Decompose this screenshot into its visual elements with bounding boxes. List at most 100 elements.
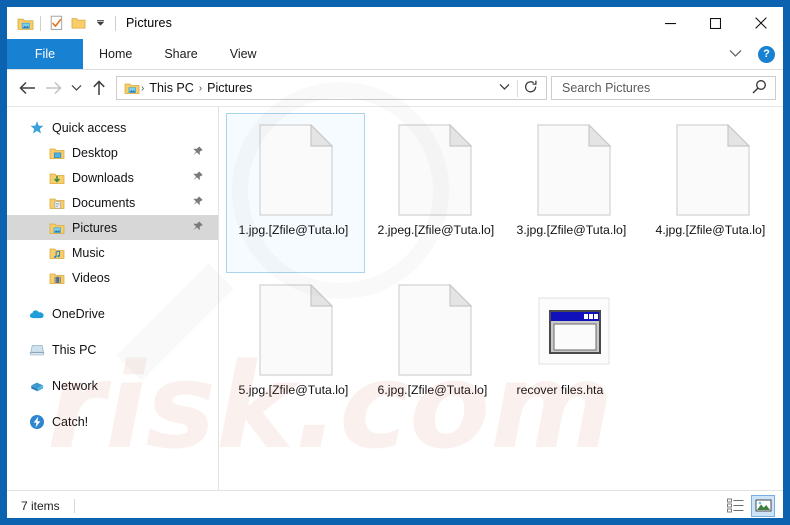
explorer-window-body: Pictures File Home Share View ? › This P… xyxy=(7,7,783,518)
sidebar-item-quick-access[interactable]: Quick access xyxy=(7,115,218,140)
sidebar-item-music[interactable]: Music xyxy=(7,240,218,265)
breadcrumb-pictures[interactable]: Pictures xyxy=(203,81,256,95)
status-bar: 7 items xyxy=(7,490,783,518)
file-name-label: 1.jpg.[Zfile@Tuta.lo] xyxy=(238,223,349,237)
sidebar-item-label: Documents xyxy=(72,195,136,210)
catch-icon xyxy=(29,414,45,430)
explorer-window-frame: Pictures File Home Share View ? › This P… xyxy=(0,0,790,525)
address-bar-right-controls xyxy=(492,79,544,97)
sidebar-item-pictures[interactable]: Pictures xyxy=(7,215,218,240)
music-folder-icon xyxy=(49,245,65,261)
sidebar-item-desktop[interactable]: Desktop xyxy=(7,140,218,165)
search-icon[interactable] xyxy=(752,79,771,97)
tab-file[interactable]: File xyxy=(7,39,83,69)
close-button[interactable] xyxy=(738,7,783,39)
file-tile-3[interactable]: 3.jpg.[Zfile@Tuta.lo] xyxy=(504,113,643,273)
desktop-folder-icon xyxy=(49,145,65,161)
minimize-button[interactable] xyxy=(648,7,693,39)
new-folder-icon[interactable] xyxy=(67,13,89,33)
sidebar-item-label: Catch! xyxy=(52,414,89,429)
file-tile-2[interactable]: 2.jpeg.[Zfile@Tuta.lo] xyxy=(365,113,504,273)
sidebar-item-label: OneDrive xyxy=(52,306,105,321)
address-bar[interactable]: › This PC › Pictures xyxy=(116,76,547,100)
sidebar-item-label: Desktop xyxy=(72,145,118,160)
blank-document-icon xyxy=(387,282,483,378)
sidebar-item-catch[interactable]: Catch! xyxy=(7,409,218,434)
sidebar-item-this-pc[interactable]: This PC xyxy=(7,337,218,362)
blank-document-icon xyxy=(248,122,344,218)
pin-icon[interactable] xyxy=(186,193,205,212)
sidebar-item-label: Quick access xyxy=(52,120,127,135)
tab-home[interactable]: Home xyxy=(83,39,148,69)
details-view-button[interactable] xyxy=(723,495,747,517)
videos-folder-icon xyxy=(49,270,65,286)
pictures-folder-icon xyxy=(49,220,65,236)
downloads-folder-icon xyxy=(49,170,65,186)
status-divider xyxy=(73,498,75,513)
ribbon-right-controls: ? xyxy=(723,39,779,69)
file-tile-4[interactable]: 4.jpg.[Zfile@Tuta.lo] xyxy=(643,113,782,273)
window-title: Pictures xyxy=(126,16,172,30)
item-count-label: 7 items xyxy=(21,498,60,513)
blank-document-icon xyxy=(526,122,622,218)
up-button[interactable] xyxy=(86,75,112,101)
navigation-pane[interactable]: Quick access Desktop Downloads Documents… xyxy=(7,107,219,490)
large-icons-view-button[interactable] xyxy=(751,494,775,517)
onedrive-cloud-icon xyxy=(29,306,45,322)
sidebar-item-onedrive[interactable]: OneDrive xyxy=(7,301,218,326)
blank-document-icon xyxy=(248,282,344,378)
sidebar-item-label: Downloads xyxy=(72,170,134,185)
help-icon[interactable]: ? xyxy=(758,45,775,63)
main-area: Quick access Desktop Downloads Documents… xyxy=(7,107,783,490)
file-name-label: 2.jpeg.[Zfile@Tuta.lo] xyxy=(377,223,495,237)
pin-icon[interactable] xyxy=(186,168,205,187)
ribbon-tab-bar: File Home Share View ? xyxy=(7,39,783,70)
star-icon xyxy=(29,120,45,136)
view-toggle-group xyxy=(723,494,775,517)
sidebar-item-label: This PC xyxy=(52,342,97,357)
file-tile-6[interactable]: 6.jpg.[Zfile@Tuta.lo] xyxy=(365,273,504,433)
address-history-chevron-down-icon[interactable] xyxy=(492,83,517,94)
blank-document-icon xyxy=(387,122,483,218)
hta-window-icon xyxy=(526,282,622,378)
file-name-label: 5.jpg.[Zfile@Tuta.lo] xyxy=(238,383,349,397)
blank-document-icon xyxy=(665,122,761,218)
tab-view[interactable]: View xyxy=(214,39,273,69)
pin-icon[interactable] xyxy=(186,218,205,237)
file-name-label: 3.jpg.[Zfile@Tuta.lo] xyxy=(516,223,627,237)
sidebar-item-label: Music xyxy=(72,245,105,260)
search-input[interactable] xyxy=(560,80,752,96)
forward-button[interactable] xyxy=(40,75,66,101)
sidebar-item-videos[interactable]: Videos xyxy=(7,265,218,290)
file-name-label: recover files.hta xyxy=(516,383,604,397)
expand-ribbon-chevron-down-icon[interactable] xyxy=(723,47,748,61)
file-tile-1[interactable]: 1.jpg.[Zfile@Tuta.lo] xyxy=(226,113,365,273)
file-grid: 1.jpg.[Zfile@Tuta.lo] 2.jpeg.[Zfile@Tuta… xyxy=(226,113,783,433)
tab-share[interactable]: Share xyxy=(148,39,213,69)
this-pc-icon xyxy=(29,342,45,358)
sidebar-item-label: Pictures xyxy=(72,220,118,235)
customize-dropdown-icon[interactable] xyxy=(89,13,111,33)
properties-icon[interactable] xyxy=(45,13,67,33)
title-bar: Pictures xyxy=(7,7,783,39)
maximize-button[interactable] xyxy=(693,7,738,39)
sidebar-item-label: Network xyxy=(52,378,98,393)
network-icon xyxy=(29,378,45,394)
file-tile-5[interactable]: 5.jpg.[Zfile@Tuta.lo] xyxy=(226,273,365,433)
file-tile-7[interactable]: recover files.hta xyxy=(504,273,643,433)
refresh-icon[interactable] xyxy=(517,79,544,97)
address-folder-icon xyxy=(122,81,140,95)
sidebar-item-downloads[interactable]: Downloads xyxy=(7,165,218,190)
pictures-folder-icon[interactable] xyxy=(14,13,36,33)
sidebar-item-network[interactable]: Network xyxy=(7,373,218,398)
address-bar-row: › This PC › Pictures xyxy=(7,70,783,107)
window-controls xyxy=(648,7,783,39)
recent-locations-chevron-down-icon[interactable] xyxy=(66,75,86,101)
file-list-view[interactable]: 1.jpg.[Zfile@Tuta.lo] 2.jpeg.[Zfile@Tuta… xyxy=(219,107,783,490)
breadcrumb-this-pc[interactable]: This PC xyxy=(145,81,197,95)
sidebar-item-documents[interactable]: Documents xyxy=(7,190,218,215)
pin-icon[interactable] xyxy=(186,143,205,162)
search-box[interactable] xyxy=(551,76,776,100)
qat-divider-1 xyxy=(40,15,41,31)
back-button[interactable] xyxy=(14,75,40,101)
